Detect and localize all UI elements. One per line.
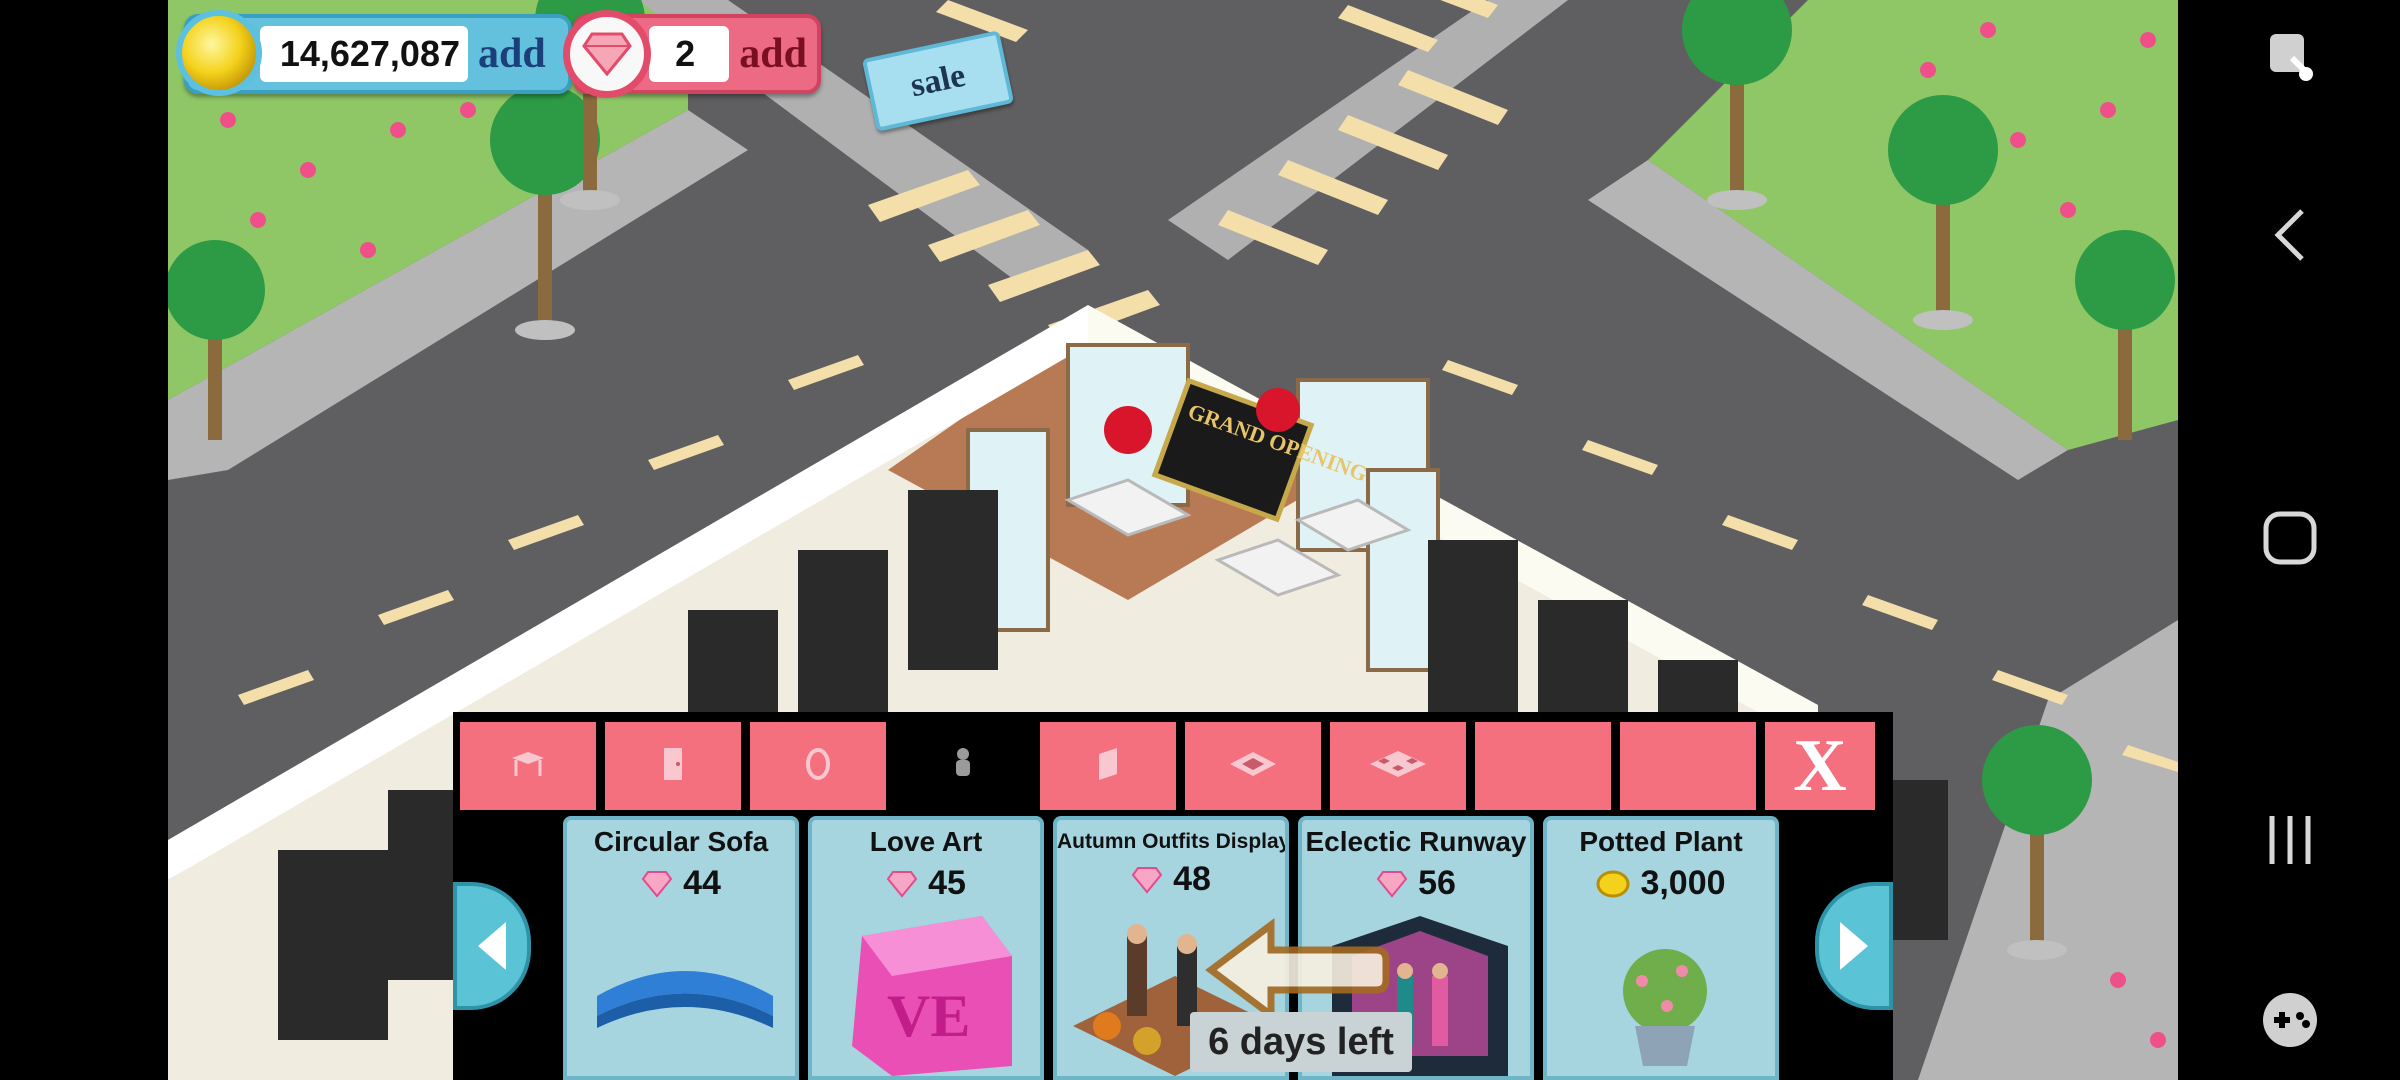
item-name: Potted Plant: [1579, 826, 1743, 857]
recent-apps-icon: [2269, 816, 2311, 864]
tab-wallpaper[interactable]: [1040, 722, 1176, 810]
coin-icon: [176, 10, 262, 96]
table-icon: [508, 748, 548, 785]
add-gems-button[interactable]: add: [729, 30, 817, 78]
gem-icon: [563, 10, 651, 98]
screen-pin-button[interactable]: [2180, 28, 2400, 84]
system-navigation-bar: [2180, 0, 2400, 1080]
clock-icon: [800, 746, 836, 787]
tab-doors[interactable]: [605, 722, 741, 810]
potted-plant-image: [1623, 949, 1707, 1066]
game-viewport[interactable]: GRAND OPENING 14,627,087 add 2 add sale …: [168, 0, 2178, 1080]
coin-balance: 14,627,087 add: [176, 10, 572, 96]
previous-page-button[interactable]: [453, 882, 531, 1010]
recent-apps-button[interactable]: [2180, 812, 2400, 868]
gamepad-icon: [2263, 993, 2317, 1047]
back-button[interactable]: [2180, 205, 2400, 265]
tab-clocks[interactable]: [750, 722, 886, 810]
door-icon: [658, 744, 688, 789]
gem-icon: [1131, 866, 1163, 894]
tab-mannequins[interactable]: [895, 722, 1031, 810]
promo-countdown: 6 days left: [1190, 1012, 1412, 1072]
svg-text:VE: VE: [887, 983, 970, 1049]
home-button[interactable]: [2180, 508, 2400, 568]
gem-icon: [641, 870, 673, 898]
add-coins-button[interactable]: add: [468, 30, 556, 78]
floor-pattern-icon: [1368, 749, 1428, 784]
tab-floor-patterns[interactable]: [1330, 722, 1466, 810]
circular-sofa-image: [597, 971, 773, 1028]
home-square-icon: [2263, 511, 2317, 565]
close-shop-button[interactable]: X: [1765, 722, 1875, 810]
item-price: 45: [812, 864, 1040, 903]
shop-panel: X Circular Sofa 44 Love Art 45 VE Autumn…: [453, 712, 1893, 1080]
back-chevron-icon: [2274, 209, 2304, 261]
arrow-right-icon: [1840, 922, 1868, 970]
item-card-love-art[interactable]: Love Art 45 VE: [808, 816, 1044, 1080]
floor-tile-icon: [1228, 750, 1278, 783]
gem-icon: [1376, 870, 1408, 898]
love-sculpture-image: VE: [852, 916, 1012, 1076]
item-list: Circular Sofa 44 Love Art 45 VE Autumn O…: [563, 816, 1779, 1080]
coin-icon: [1596, 870, 1630, 897]
item-price: 56: [1302, 864, 1530, 903]
coin-value: 14,627,087: [260, 26, 468, 82]
tab-tables[interactable]: [460, 722, 596, 810]
item-name: Eclectic Runway: [1305, 826, 1527, 857]
screen-lock-icon: [2270, 34, 2313, 81]
wallpaper-icon: [1093, 744, 1123, 789]
tab-floor-tiles[interactable]: [1185, 722, 1321, 810]
item-price: 44: [567, 864, 795, 903]
item-name: Autumn Outfits Display: [1057, 830, 1289, 853]
game-tools-button[interactable]: [2180, 990, 2400, 1050]
item-price: 3,000: [1547, 864, 1775, 903]
gem-balance: 2 add: [563, 10, 821, 98]
tutorial-pointer-hand: [1205, 918, 1390, 1022]
item-price: 48: [1057, 860, 1285, 899]
mannequin-icon: [948, 744, 978, 789]
category-tabs: X: [460, 722, 1875, 810]
item-name: Circular Sofa: [593, 826, 769, 857]
tab-empty-1[interactable]: [1475, 722, 1611, 810]
arrow-left-icon: [478, 922, 506, 970]
item-name: Love Art: [869, 826, 983, 857]
item-card-circular-sofa[interactable]: Circular Sofa 44: [563, 816, 799, 1080]
next-page-button[interactable]: [1815, 882, 1893, 1010]
item-card-potted-plant[interactable]: Potted Plant 3,000: [1543, 816, 1779, 1080]
tab-empty-2[interactable]: [1620, 722, 1756, 810]
gem-value: 2: [649, 26, 730, 82]
gem-icon: [886, 870, 918, 898]
